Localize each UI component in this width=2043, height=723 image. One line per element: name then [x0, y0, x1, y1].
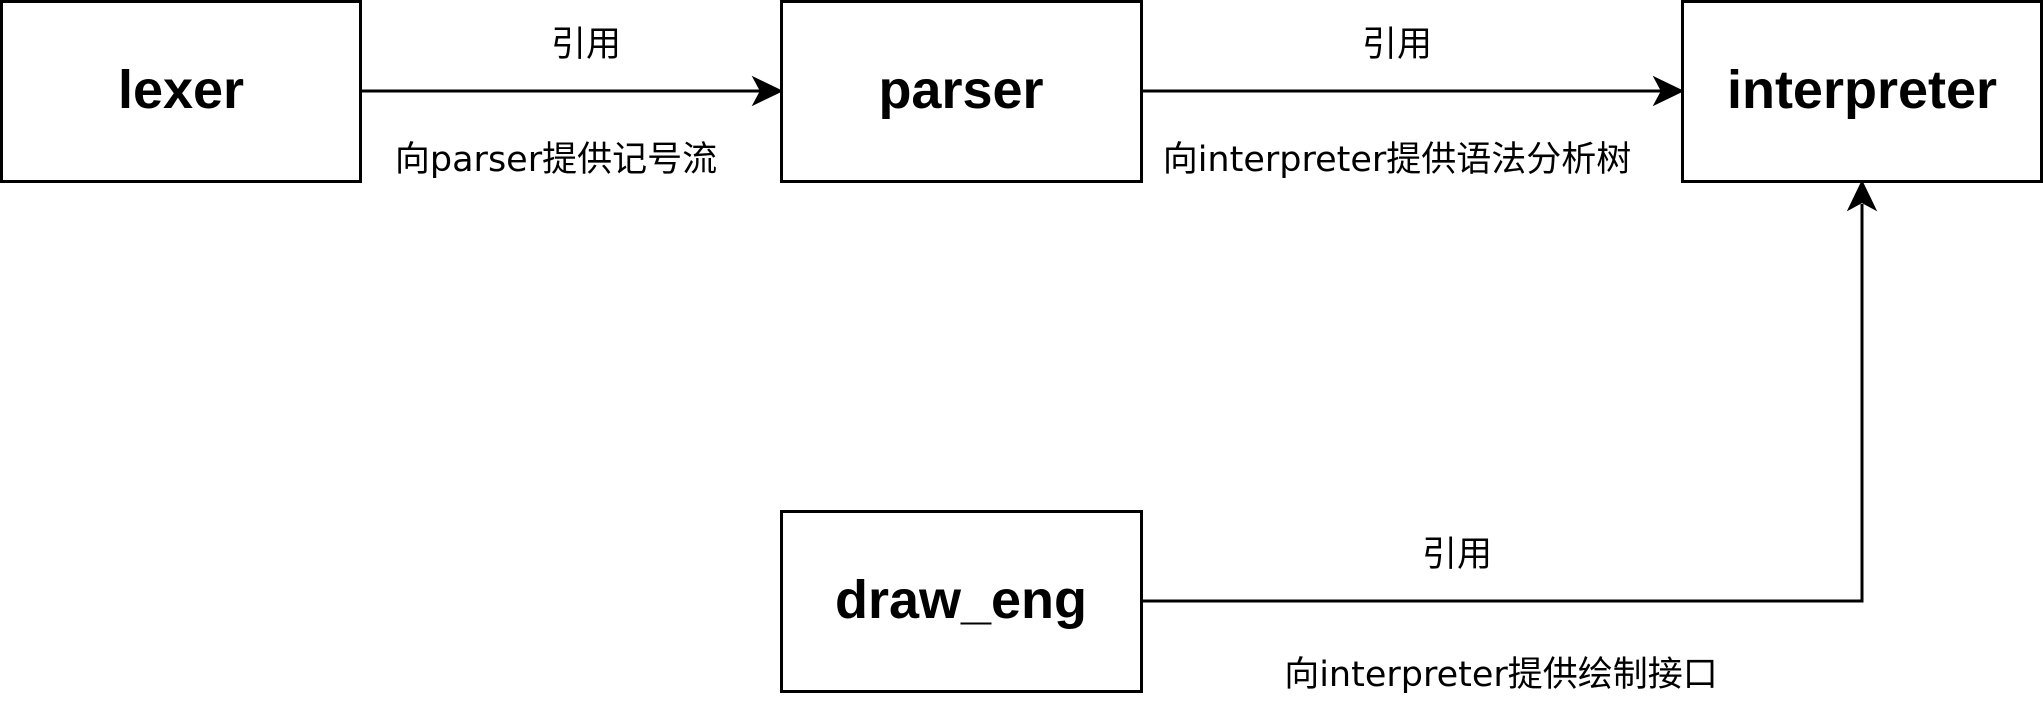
node-interpreter-label: interpreter	[1727, 60, 1997, 120]
node-draw-eng[interactable]: draw_eng	[780, 510, 1143, 693]
edge-lexer-to-parser-top-label: 引用	[551, 25, 621, 65]
edge-draw-eng-to-interpreter-top-label: 引用	[1422, 535, 1492, 575]
edge-parser-to-interpreter[interactable]: 引用 向interpreter提供语法分析树	[1142, 25, 1685, 180]
node-parser-label: parser	[878, 60, 1043, 120]
edge-draw-eng-to-interpreter-line	[1142, 204, 1864, 603]
edge-draw-eng-to-interpreter-bottom-label: 向interpreter提供绘制接口	[1284, 655, 1718, 695]
node-lexer[interactable]: lexer	[0, 0, 362, 183]
edge-parser-to-interpreter-bottom-label: 向interpreter提供语法分析树	[1163, 140, 1632, 180]
edge-parser-to-interpreter-top-label: 引用	[1362, 25, 1432, 65]
edge-lexer-to-parser-bottom-label: 向parser提供记号流	[395, 140, 717, 180]
node-interpreter[interactable]: interpreter	[1681, 0, 2043, 183]
node-parser[interactable]: parser	[780, 0, 1143, 183]
edge-lexer-to-parser[interactable]: 引用 向parser提供记号流	[361, 25, 784, 180]
edge-draw-eng-to-interpreter[interactable]: 引用 向interpreter提供绘制接口	[1142, 179, 1878, 695]
node-lexer-label: lexer	[118, 60, 244, 120]
architecture-diagram: lexer parser interpreter draw_eng 引用 向pa…	[0, 0, 2043, 695]
node-draw-eng-label: draw_eng	[835, 570, 1087, 630]
